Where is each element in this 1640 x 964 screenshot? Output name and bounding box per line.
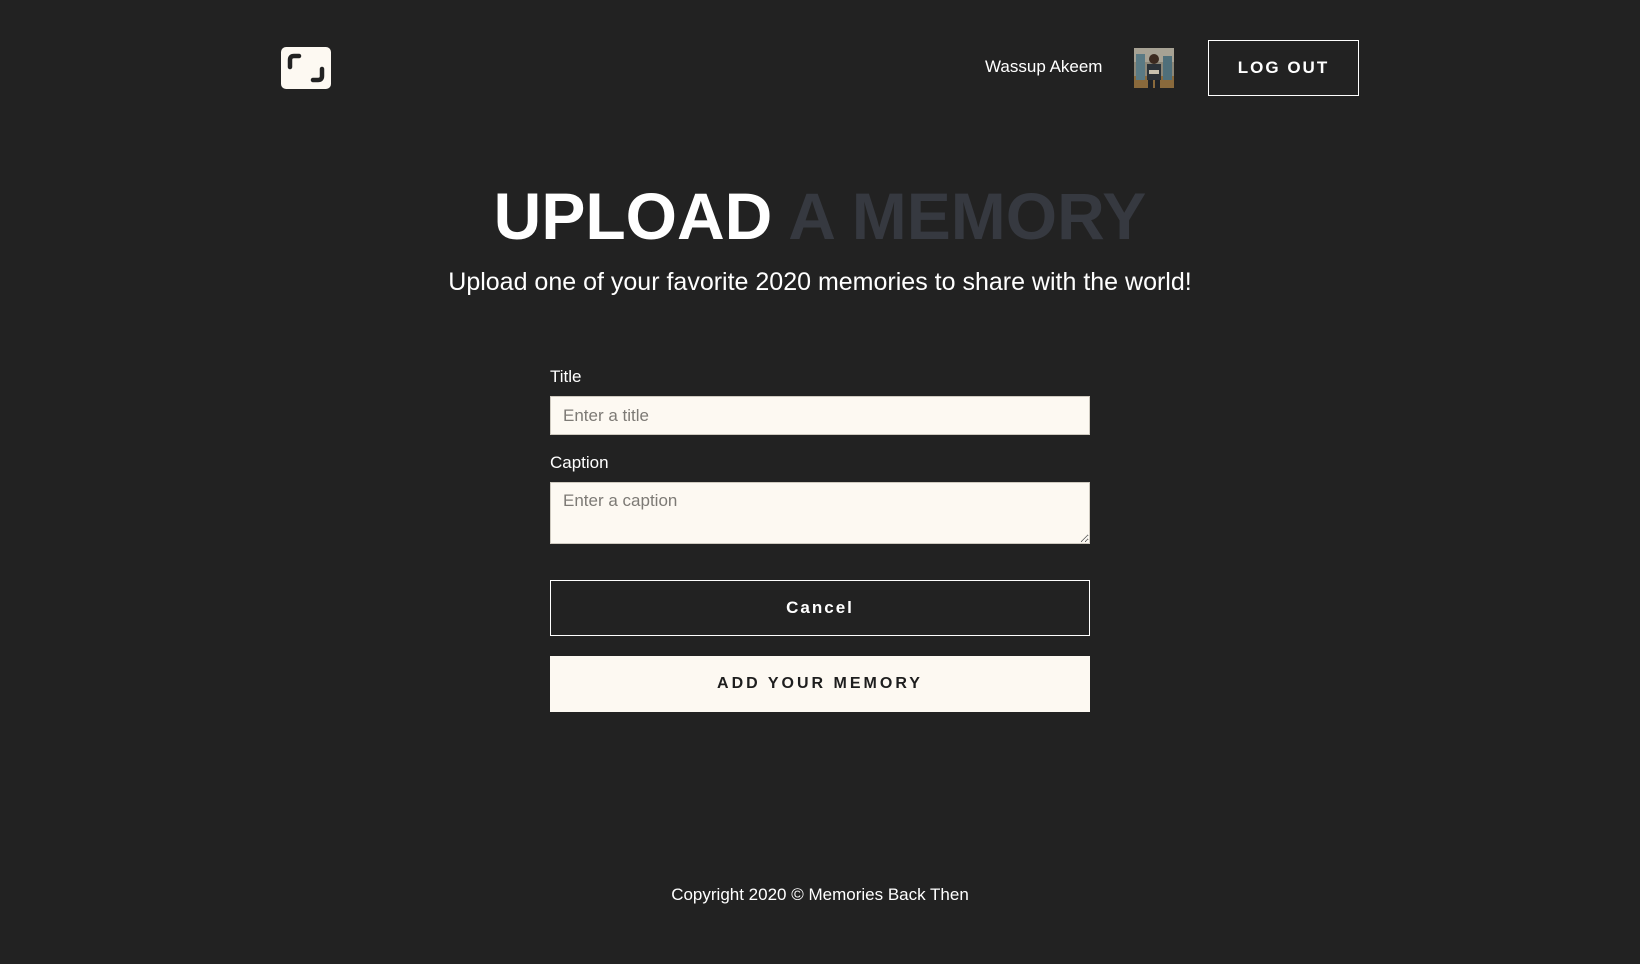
title-input[interactable] bbox=[550, 396, 1090, 435]
logo-link[interactable] bbox=[281, 47, 331, 89]
avatar-photo-icon bbox=[1134, 48, 1174, 88]
logout-button[interactable]: LOG OUT bbox=[1208, 40, 1359, 96]
add-memory-button[interactable]: ADD YOUR MEMORY bbox=[550, 656, 1090, 712]
page-subtitle: Upload one of your favorite 2020 memorie… bbox=[448, 268, 1192, 296]
user-greeting: Wassup Akeem bbox=[985, 57, 1103, 76]
site-header: Wassup Akeem LOG OUT bbox=[0, 0, 1640, 136]
page-title: UPLOAD A MEMORY bbox=[0, 172, 1640, 260]
caption-label: Caption bbox=[550, 453, 609, 472]
bracket-frame-icon bbox=[287, 53, 325, 83]
cancel-button[interactable]: Cancel bbox=[550, 580, 1090, 636]
upload-memory-page: Wassup Akeem LOG OUT UPLOAD A MEMORY Upl… bbox=[0, 0, 1640, 964]
caption-textarea[interactable] bbox=[550, 482, 1090, 544]
user-avatar[interactable] bbox=[1134, 48, 1174, 88]
page-title-primary: UPLOAD bbox=[493, 179, 773, 253]
page-title-secondary: A MEMORY bbox=[788, 179, 1147, 253]
title-label: Title bbox=[550, 367, 582, 386]
footer-copyright: Copyright 2020 © Memories Back Then bbox=[671, 885, 969, 904]
